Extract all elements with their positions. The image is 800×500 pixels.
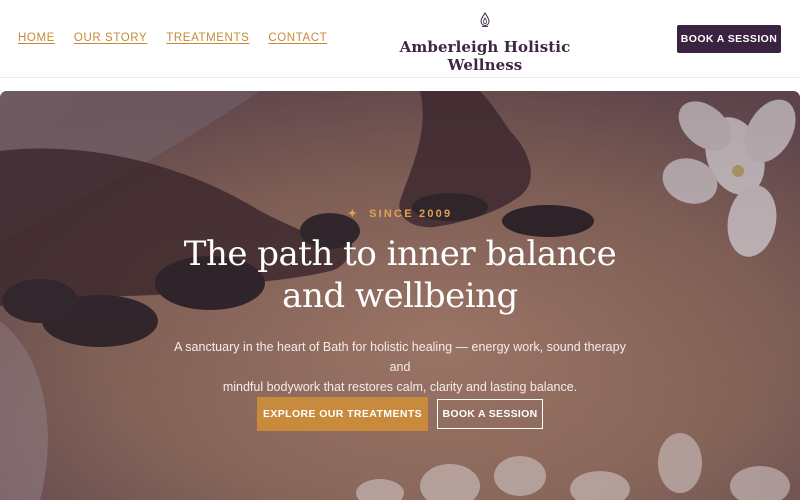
nav-home-link[interactable]: HOME [18, 32, 55, 44]
headline-line-1: The path to inner balance [183, 234, 617, 274]
nav-treatments-link[interactable]: TREATMENTS [166, 32, 249, 44]
sparkle-icon: ✦ [347, 208, 360, 220]
hero-book-session-button[interactable]: BOOK A SESSION [437, 399, 543, 429]
explore-treatments-button[interactable]: EXPLORE OUR TREATMENTS [257, 397, 428, 431]
nav-our-story-link[interactable]: OUR STORY [74, 32, 147, 44]
eyebrow-text: SINCE 2009 [369, 208, 453, 220]
subtext-line-2: mindful bodywork that restores calm, cla… [222, 380, 578, 394]
nav-contact-link[interactable]: CONTACT [268, 32, 327, 44]
hero-eyebrow: ✦ SINCE 2009 [0, 207, 800, 220]
headline-line-2: and wellbeing [282, 276, 518, 316]
lotus-drop-icon [480, 12, 490, 27]
brand-name: Amberleigh Holistic Wellness [399, 38, 571, 74]
hero-section: ✦ SINCE 2009 The path to inner balance an… [0, 91, 800, 500]
hero-subtext: A sanctuary in the heart of Bath for hol… [170, 337, 630, 397]
brand-logo[interactable]: Amberleigh Holistic Wellness [360, 12, 610, 74]
hero-headline: The path to inner balance and wellbeing [150, 233, 650, 317]
main-nav: HOME OUR STORY TREATMENTS CONTACT [18, 32, 327, 44]
header-book-session-button[interactable]: BOOK A SESSION [677, 25, 781, 53]
site-header: HOME OUR STORY TREATMENTS CONTACT Amberl… [0, 0, 800, 78]
subtext-line-1: A sanctuary in the heart of Bath for hol… [174, 340, 626, 374]
